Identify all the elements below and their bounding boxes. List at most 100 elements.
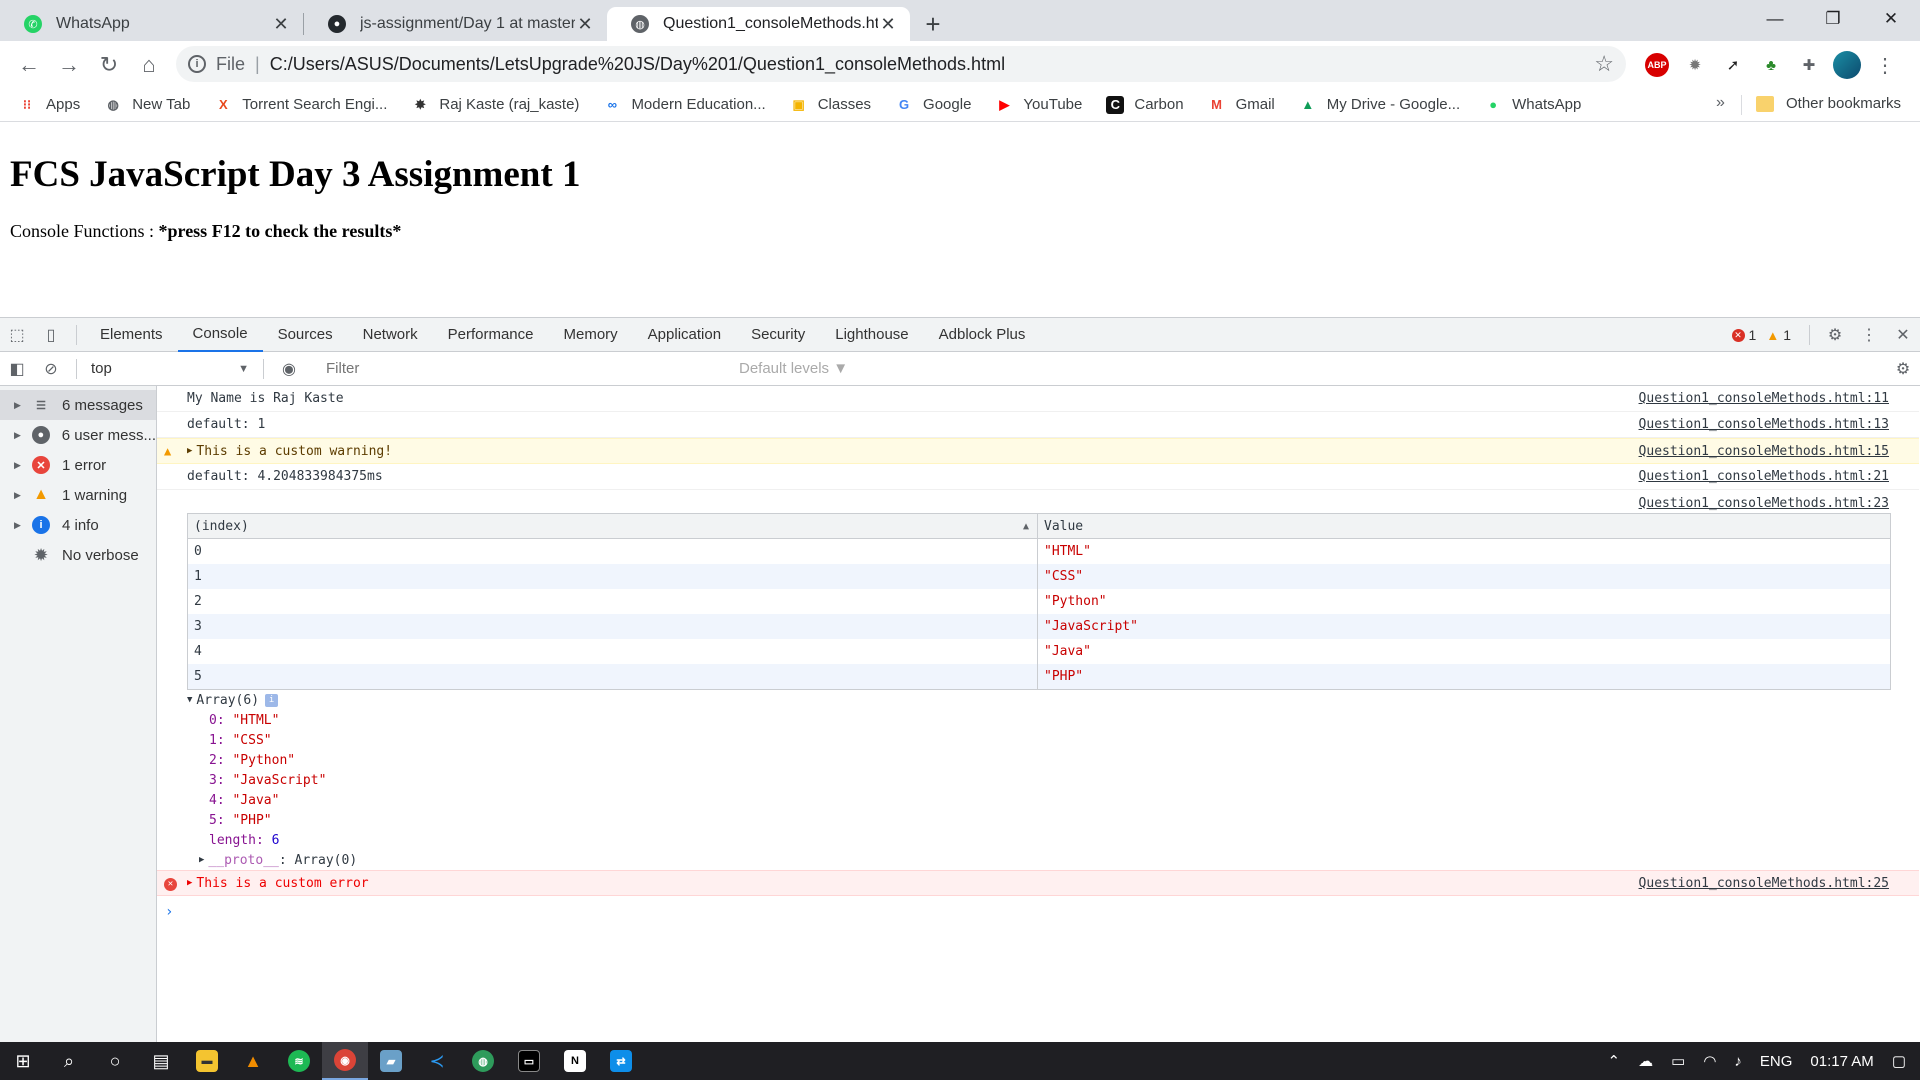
volume-icon[interactable]: ♪: [1734, 1053, 1742, 1070]
search-icon[interactable]: ⌕: [46, 1042, 92, 1080]
sidebar-toggle-icon[interactable]: ◧: [0, 352, 34, 386]
context-select[interactable]: top ▼: [85, 356, 255, 382]
bookmark-item[interactable]: ✸ Raj Kaste (raj_kaste): [411, 96, 580, 114]
error-icon[interactable]: ✕: [1731, 328, 1745, 342]
more-options-icon[interactable]: ⋮: [1852, 318, 1886, 352]
settings-gear-icon[interactable]: ⚙: [1818, 318, 1852, 352]
bookmark-item[interactable]: ◍ New Tab: [104, 96, 191, 114]
tab-network[interactable]: Network: [348, 318, 433, 352]
bookmark-item[interactable]: ▲ My Drive - Google...: [1299, 96, 1460, 114]
close-icon[interactable]: ✕: [878, 14, 898, 35]
avatar[interactable]: [1830, 48, 1864, 82]
expand-arrow-icon[interactable]: ▶: [199, 855, 204, 865]
source-link[interactable]: Question1_consoleMethods.html:21: [1639, 469, 1889, 484]
battery-icon[interactable]: ▭: [1671, 1052, 1685, 1070]
bookmark-item[interactable]: ● WhatsApp: [1484, 96, 1581, 114]
tab-console[interactable]: Console: [177, 318, 263, 352]
bug-extension-icon[interactable]: ✹: [1678, 48, 1712, 82]
header-value[interactable]: Value: [1038, 514, 1890, 538]
console-settings-gear-icon[interactable]: ⚙: [1886, 352, 1920, 386]
console-warning[interactable]: ▲ ▶ This is a custom warning! Question1_…: [157, 438, 1919, 464]
reload-icon[interactable]: ↻: [92, 48, 126, 82]
sidebar-item-info[interactable]: ▶ i 4 info: [0, 510, 156, 540]
home-icon[interactable]: ⌂: [132, 48, 166, 82]
spotify-icon[interactable]: ≋: [276, 1042, 322, 1080]
sidebar-item-user-messages[interactable]: ▶ ● 6 user mess...: [0, 420, 156, 450]
expand-arrow-icon[interactable]: ▶: [187, 878, 192, 888]
sidebar-item-errors[interactable]: ▶ ✕ 1 error: [0, 450, 156, 480]
info-icon[interactable]: i: [188, 55, 206, 73]
notion-icon[interactable]: N: [552, 1042, 598, 1080]
globe-app-icon[interactable]: ◍: [460, 1042, 506, 1080]
header-index[interactable]: (index) ▲: [188, 514, 1038, 538]
menu-icon[interactable]: ⋮: [1868, 48, 1902, 82]
expand-arrow-icon[interactable]: ▶: [187, 446, 192, 456]
restore-icon[interactable]: ❐: [1804, 0, 1862, 38]
tab-performance[interactable]: Performance: [433, 318, 549, 352]
adblock-icon[interactable]: ABP: [1640, 48, 1674, 82]
tab-elements[interactable]: Elements: [85, 318, 178, 352]
source-link[interactable]: Question1_consoleMethods.html:15: [1639, 444, 1889, 459]
sidebar-item-verbose[interactable]: ✹ No verbose: [0, 540, 156, 570]
chrome-icon[interactable]: ◉: [322, 1042, 368, 1080]
cursor-extension-icon[interactable]: ➚: [1716, 48, 1750, 82]
source-link[interactable]: Question1_consoleMethods.html:13: [1639, 417, 1889, 432]
filter-input[interactable]: [324, 356, 729, 381]
inspect-icon[interactable]: ⬚: [0, 318, 34, 352]
tab-github[interactable]: ● js-assignment/Day 1 at master · F ✕: [304, 7, 607, 41]
sidebar-item-messages[interactable]: ▶ ☰ 6 messages: [0, 390, 156, 420]
bookmark-item[interactable]: M Gmail: [1208, 96, 1275, 114]
vscode-icon[interactable]: ≺: [414, 1042, 460, 1080]
task-view-icon[interactable]: ▤: [138, 1042, 184, 1080]
file-explorer-icon[interactable]: ▬: [184, 1042, 230, 1080]
close-devtools-icon[interactable]: ✕: [1886, 318, 1920, 352]
wifi-icon[interactable]: ◠: [1703, 1052, 1716, 1070]
source-link[interactable]: Question1_consoleMethods.html:25: [1639, 876, 1889, 891]
more-bookmarks-icon[interactable]: »: [1716, 94, 1725, 112]
array-summary[interactable]: ▼ Array(6) i: [187, 690, 357, 710]
other-bookmarks[interactable]: Other bookmarks: [1756, 95, 1901, 112]
window-close-icon[interactable]: ✕: [1862, 0, 1920, 38]
minimize-icon[interactable]: —: [1746, 0, 1804, 38]
new-tab-button[interactable]: +: [916, 7, 950, 41]
html-extension-icon[interactable]: ♣: [1754, 48, 1788, 82]
eye-icon[interactable]: ◉: [272, 352, 306, 386]
vlc-icon[interactable]: ▲: [230, 1042, 276, 1080]
bookmark-item[interactable]: G Google: [895, 96, 971, 114]
teamviewer-icon[interactable]: ⇄: [598, 1042, 644, 1080]
language-indicator[interactable]: ENG: [1760, 1053, 1793, 1070]
bookmark-star-icon[interactable]: ☆: [1594, 51, 1614, 77]
tab-console-methods[interactable]: ◍ Question1_consoleMethods.html ✕: [607, 7, 910, 41]
console-error[interactable]: ✕ ▶ This is a custom error Question1_con…: [157, 870, 1919, 896]
notes-app-icon[interactable]: ▰: [368, 1042, 414, 1080]
tab-application[interactable]: Application: [633, 318, 736, 352]
address-bar[interactable]: i File | C:/Users/ASUS/Documents/LetsUpg…: [176, 46, 1626, 82]
sidebar-item-warnings[interactable]: ▶ ▲ 1 warning: [0, 480, 156, 510]
puzzle-icon[interactable]: ✚: [1792, 48, 1826, 82]
close-icon[interactable]: ✕: [575, 14, 595, 35]
cortana-icon[interactable]: ○: [92, 1042, 138, 1080]
cloud-icon[interactable]: ☁: [1638, 1052, 1653, 1070]
bookmark-item[interactable]: ∞ Modern Education...: [603, 96, 766, 114]
bookmark-item[interactable]: X Torrent Search Engi...: [214, 96, 387, 114]
tab-adblock-plus[interactable]: Adblock Plus: [924, 318, 1041, 352]
clear-console-icon[interactable]: ⊘: [34, 352, 68, 386]
collapse-arrow-icon[interactable]: ▼: [187, 695, 192, 705]
console-prompt-icon[interactable]: ›: [165, 904, 173, 920]
forward-icon[interactable]: →: [52, 48, 86, 82]
notification-icon[interactable]: ▢: [1892, 1052, 1906, 1070]
error-count[interactable]: 1: [1749, 327, 1757, 343]
chevron-up-icon[interactable]: ⌃: [1608, 1052, 1621, 1070]
tab-sources[interactable]: Sources: [263, 318, 348, 352]
clock[interactable]: 01:17 AM: [1810, 1053, 1873, 1070]
close-icon[interactable]: ✕: [271, 14, 291, 35]
tab-whatsapp[interactable]: ✆ WhatsApp ✕: [0, 7, 303, 41]
bookmark-item[interactable]: ⁝⁝ Apps: [18, 96, 80, 114]
tab-security[interactable]: Security: [736, 318, 820, 352]
bookmark-item[interactable]: ▣ Classes: [790, 96, 872, 114]
source-link[interactable]: Question1_consoleMethods.html:23: [1639, 496, 1889, 511]
device-toolbar-icon[interactable]: ▯: [34, 318, 68, 352]
source-link[interactable]: Question1_consoleMethods.html:11: [1639, 391, 1889, 406]
warning-count[interactable]: 1: [1783, 327, 1791, 343]
windows-start-icon[interactable]: ⊞: [0, 1042, 46, 1080]
